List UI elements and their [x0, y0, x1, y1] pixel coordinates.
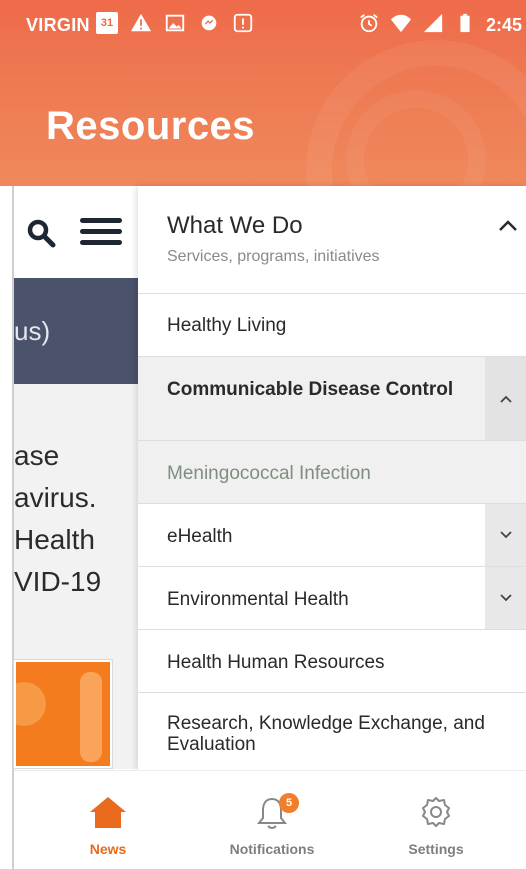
- notification-badge: 5: [279, 793, 299, 813]
- drawer-item-label: Healthy Living: [167, 315, 287, 336]
- messenger-icon: [201, 15, 217, 31]
- calendar-icon: 31: [96, 12, 118, 34]
- app-header: VIRGIN 31 2:45 Resources: [0, 0, 526, 186]
- content-image[interactable]: [13, 659, 113, 769]
- status-icons-right: [358, 12, 476, 34]
- app-notification-icon: [233, 13, 253, 33]
- gear-icon: [422, 797, 450, 827]
- phone-screen: VIRGIN 31 2:45 Resources us) ase avirus.…: [0, 0, 526, 869]
- status-bar: VIRGIN 31 2:45: [0, 0, 526, 52]
- nav-settings-label: Settings: [408, 841, 464, 857]
- search-icon[interactable]: [26, 218, 56, 248]
- alarm-icon: [360, 14, 378, 33]
- drawer-item-label: Health Human Resources: [167, 652, 385, 673]
- chevron-up-icon: [499, 395, 512, 403]
- drawer-section-subtitle: Services, programs, initiatives: [167, 248, 380, 265]
- content-text-line: ase: [14, 440, 60, 471]
- image-shape: [80, 672, 102, 762]
- drawer-item-environmental-health[interactable]: Environmental Health: [138, 567, 526, 630]
- home-icon: [90, 797, 126, 828]
- drawer-section-title: What We Do: [167, 212, 303, 239]
- chevron-down-icon: [499, 594, 512, 602]
- content-text-line: Health: [14, 524, 95, 555]
- expand-toggle[interactable]: [485, 357, 526, 440]
- drawer-item-ehealth[interactable]: eHealth: [138, 504, 526, 567]
- content-text-line: avirus.: [14, 482, 97, 513]
- carrier-name: VIRGIN: [26, 15, 90, 35]
- nav-notifications[interactable]: 5 Notifications: [192, 771, 352, 869]
- wifi-icon: [390, 14, 412, 33]
- battery-icon: [460, 13, 470, 33]
- status-icons-left: 31: [96, 12, 254, 34]
- drawer-section-header[interactable]: What We Do Services, programs, initiativ…: [138, 186, 526, 294]
- drawer-item-label: Environmental Health: [167, 589, 349, 610]
- expand-toggle[interactable]: [485, 504, 526, 566]
- nav-settings[interactable]: Settings: [356, 771, 516, 869]
- drawer-subitem-meningococcal-infection[interactable]: Meningococcal Infection: [138, 441, 526, 504]
- page-title: Resources: [46, 104, 256, 148]
- content-text-line: VID-19: [14, 566, 102, 597]
- drawer-item-healthy-living[interactable]: Healthy Living: [138, 294, 526, 357]
- image-shape: [16, 682, 46, 726]
- drawer-item-research-knowledge-exchange[interactable]: Research, Knowledge Exchange, and Evalua…: [138, 693, 526, 770]
- content-toolbar: [14, 186, 138, 278]
- resources-drawer: What We Do Services, programs, initiativ…: [138, 186, 526, 770]
- drawer-item-label: Meningococcal Infection: [167, 463, 371, 484]
- nav-notifications-label: Notifications: [229, 841, 315, 857]
- hamburger-menu-icon[interactable]: [80, 218, 122, 248]
- drawer-item-health-human-resources[interactable]: Health Human Resources: [138, 630, 526, 693]
- drawer-item-communicable-disease-control[interactable]: Communicable Disease Control: [138, 357, 526, 441]
- chevron-up-icon[interactable]: [496, 214, 520, 238]
- drawer-item-label: Research, Knowledge Exchange, and Evalua…: [167, 713, 485, 755]
- image-icon: [165, 14, 185, 32]
- nav-news[interactable]: News: [28, 771, 188, 869]
- drawer-item-label: eHealth: [167, 526, 233, 547]
- status-time: 2:45: [485, 15, 522, 35]
- nav-news-label: News: [89, 841, 127, 857]
- drawer-item-label: Communicable Disease Control: [167, 379, 454, 400]
- content-banner-text: us): [14, 316, 51, 346]
- expand-toggle[interactable]: [485, 567, 526, 629]
- chevron-down-icon: [499, 531, 512, 539]
- warning-icon: [130, 13, 152, 32]
- signal-icon: [423, 13, 443, 33]
- bottom-navigation: News 5 Notifications Settings: [14, 770, 526, 869]
